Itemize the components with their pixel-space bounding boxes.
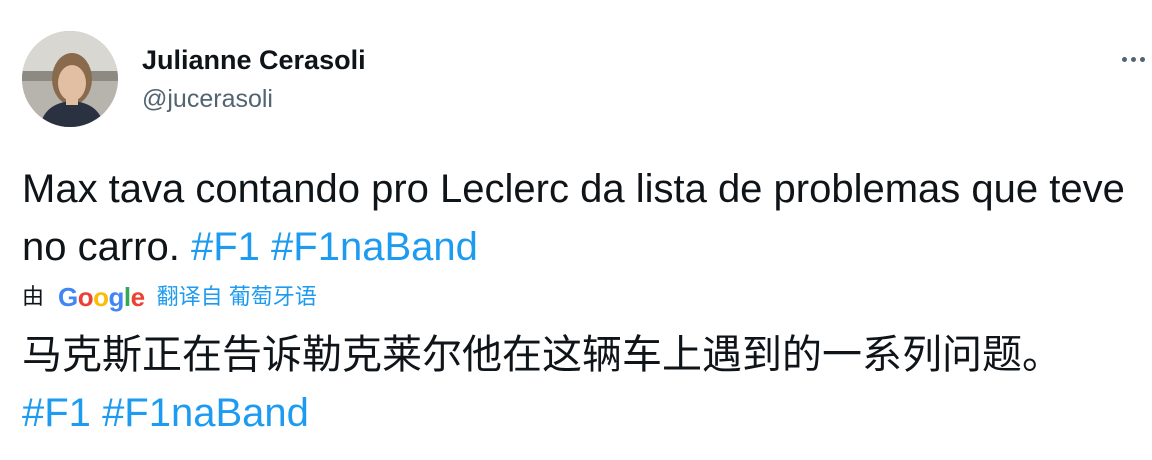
author-name[interactable]: Julianne Cerasoli (142, 44, 366, 76)
translation-attribution: 由 Google 翻译自 葡萄牙语 (22, 282, 317, 312)
translated-from-link[interactable]: 翻译自 葡萄牙语 (157, 282, 317, 312)
hashtag-f1naband[interactable]: #F1naBand (271, 225, 478, 269)
translated-by-label: 由 (22, 284, 45, 309)
translated-text: 马克斯正在告诉勒克莱尔他在这辆车上遇到的一系列问题。 #F1 #F1naBand (22, 326, 1132, 442)
tweet-body: Max tava contando pro Leclerc da lista d… (22, 167, 1125, 269)
avatar[interactable] (22, 31, 118, 127)
more-dot (1139, 56, 1145, 62)
more-dot (1121, 56, 1127, 62)
google-logo: Google (58, 282, 145, 312)
translated-body: 马克斯正在告诉勒克莱尔他在这辆车上遇到的一系列问题。 (22, 333, 1062, 377)
more-dot (1130, 56, 1136, 62)
more-horizontal-icon[interactable] (1114, 44, 1152, 74)
tweet-text: Max tava contando pro Leclerc da lista d… (22, 160, 1132, 276)
author-handle[interactable]: @jucerasoli (142, 84, 273, 114)
avatar-photo (22, 31, 118, 127)
translated-hashtag-f1[interactable]: #F1 (22, 391, 91, 435)
hashtag-f1[interactable]: #F1 (191, 225, 260, 269)
translated-hashtag-f1naband[interactable]: #F1naBand (102, 391, 309, 435)
